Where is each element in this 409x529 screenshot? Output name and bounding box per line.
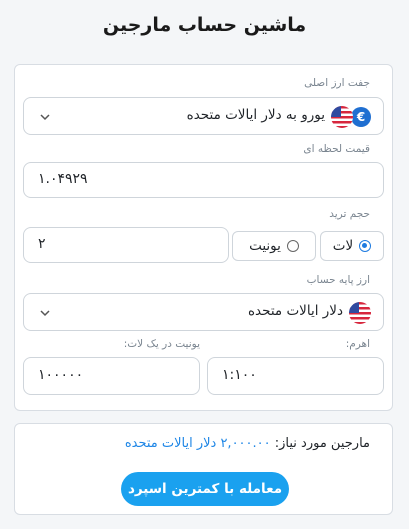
volume-label: حجم ترید (329, 208, 370, 220)
units-per-lot-value: ۱۰۰۰۰۰ (38, 367, 84, 383)
account-currency-select[interactable]: دلار ایالات متحده (23, 293, 384, 331)
pair-value: یورو به دلار ایالات متحده (186, 107, 325, 123)
lot-radio-indicator (359, 240, 372, 252)
margin-required-label: مارجین مورد نیاز: (274, 436, 370, 451)
lot-radio[interactable]: لات (320, 231, 384, 261)
volume-input[interactable]: ۲ (23, 227, 229, 263)
units-per-lot-label: یونیت در یک لات: (123, 338, 200, 350)
volume-value: ۲ (38, 236, 46, 252)
account-currency-label: ارز پایه حساب (306, 274, 370, 286)
calculator-form-card: جفت ارز اصلی € یورو به دلار ایالات متحده… (14, 64, 393, 411)
lot-radio-label: لات (332, 238, 354, 254)
units-per-lot-input[interactable]: ۱۰۰۰۰۰ (23, 357, 200, 395)
pair-label: جفت ارز اصلی (304, 77, 370, 89)
price-value: ۱.۰۴۹۲۹ (38, 171, 88, 187)
chevron-down-icon (40, 114, 50, 121)
margin-required: مارجین مورد نیاز: ۲,۰۰۰.۰۰ دلار ایالات م… (125, 436, 370, 451)
leverage-value: ۱:۱۰۰ (222, 367, 257, 383)
usa-flag-icon (349, 302, 371, 324)
leverage-label: اهرم: (345, 338, 370, 350)
usa-flag-icon (331, 106, 353, 128)
chevron-down-icon (40, 310, 50, 317)
euro-icon: € (351, 107, 371, 127)
unit-radio-label: یونیت (249, 238, 281, 254)
leverage-input[interactable]: ۱:۱۰۰ (207, 357, 384, 395)
result-card: مارجین مورد نیاز: ۲,۰۰۰.۰۰ دلار ایالات م… (14, 423, 393, 515)
price-label: قیمت لحظه ای (303, 143, 370, 155)
margin-required-value: ۲,۰۰۰.۰۰ دلار ایالات متحده (124, 436, 271, 451)
trade-lowest-spread-button[interactable]: معامله با کمترین اسپرد (121, 472, 289, 506)
account-currency-value: دلار ایالات متحده (247, 303, 343, 319)
page-title: ماشین حساب مارجین (102, 14, 307, 36)
pair-select[interactable]: € یورو به دلار ایالات متحده (23, 97, 384, 135)
price-input[interactable]: ۱.۰۴۹۲۹ (23, 162, 384, 198)
unit-radio[interactable]: یونیت (232, 231, 316, 261)
unit-radio-indicator (286, 240, 299, 252)
